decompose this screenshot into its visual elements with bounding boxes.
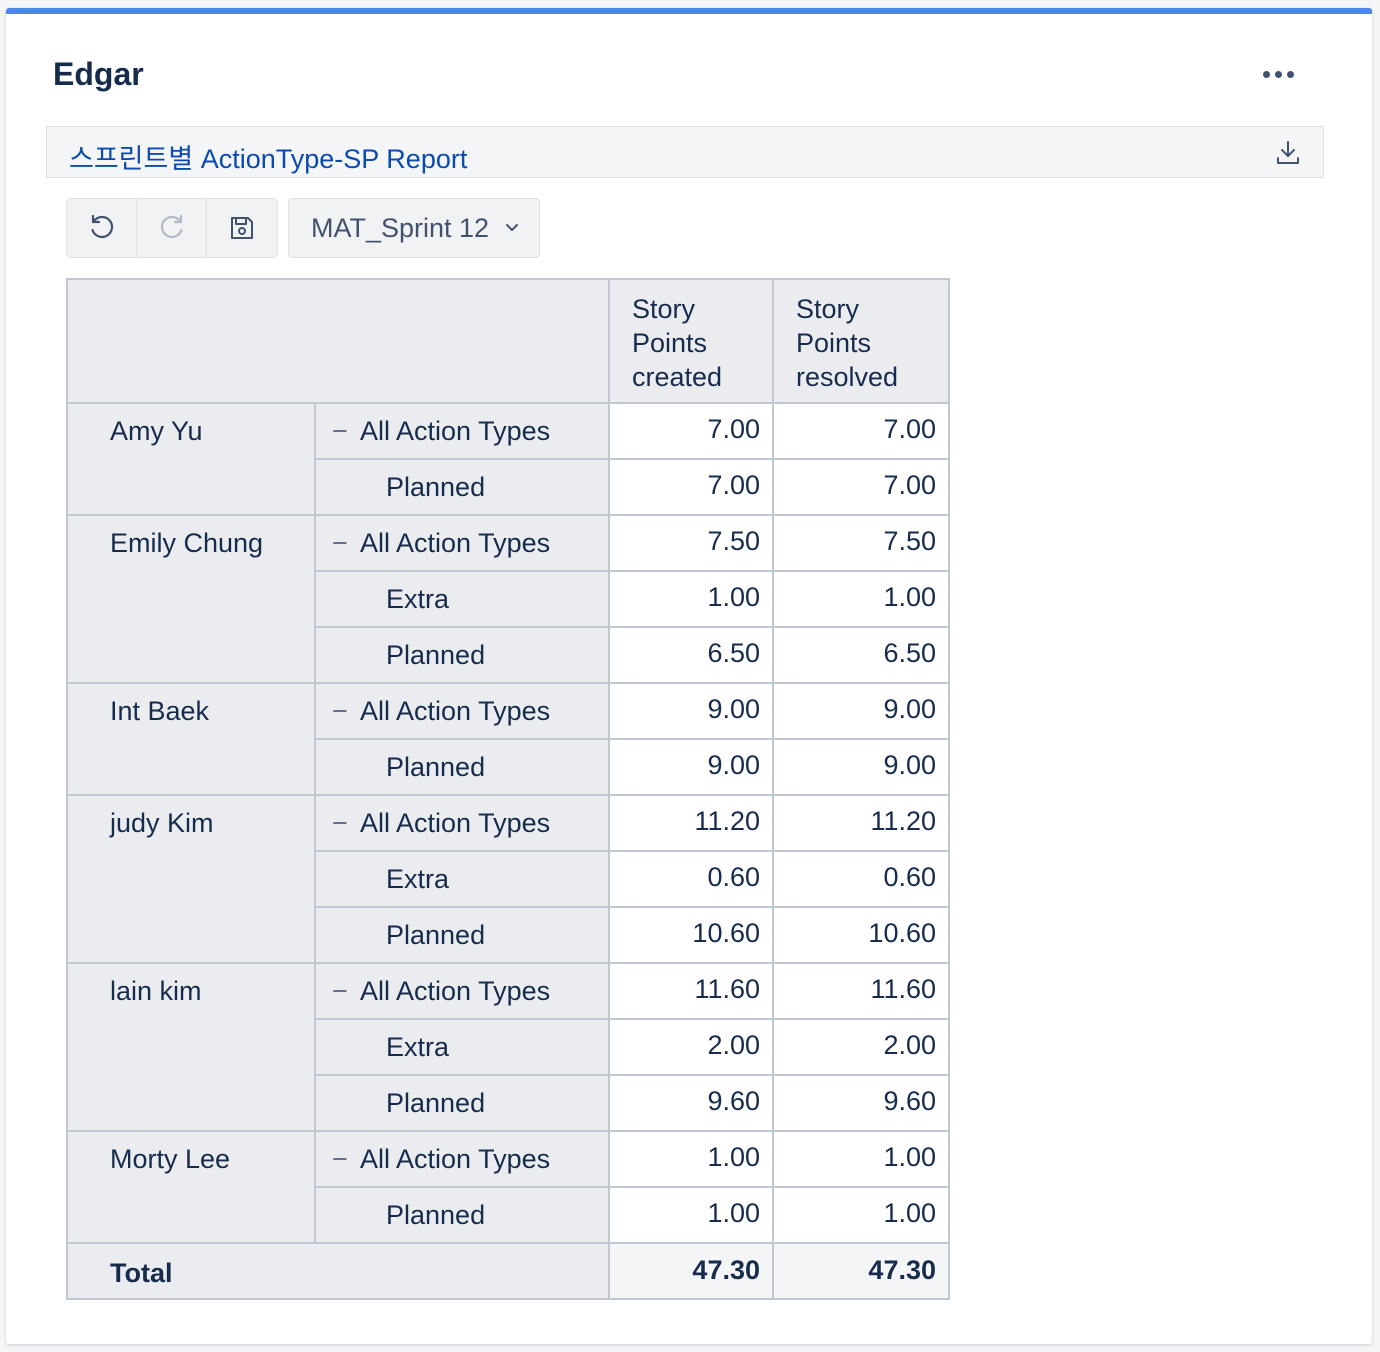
save-button[interactable] bbox=[207, 199, 277, 257]
cell-resolved: 9.00 bbox=[772, 682, 950, 740]
cell-resolved: 6.50 bbox=[772, 626, 950, 684]
redo-button[interactable] bbox=[137, 199, 207, 257]
table-row: Emily Chung − All Action Types 7.50 7.50 bbox=[66, 514, 950, 684]
total-created: 47.30 bbox=[608, 1242, 774, 1300]
row-header-action-type[interactable]: Planned bbox=[314, 906, 610, 964]
column-header-created[interactable]: Story Points created bbox=[608, 278, 774, 404]
cell-resolved: 7.50 bbox=[772, 514, 950, 572]
collapse-icon[interactable]: − bbox=[332, 808, 354, 839]
table-row: lain kim − All Action Types 11.60 11.60 bbox=[66, 962, 950, 1132]
cell-created: 1.00 bbox=[608, 570, 774, 628]
cell-resolved: 1.00 bbox=[772, 1130, 950, 1188]
chevron-down-icon bbox=[506, 224, 519, 231]
row-header-assignee[interactable]: judy Kim bbox=[66, 794, 316, 964]
row-header-action-type[interactable]: Extra bbox=[314, 570, 610, 628]
cell-created: 7.00 bbox=[608, 402, 774, 460]
gadget-card: Edgar 스프린트별 ActionType-SP Report MAT_Spr… bbox=[6, 8, 1372, 1344]
cell-resolved: 7.00 bbox=[772, 402, 950, 460]
row-header-assignee[interactable]: Emily Chung bbox=[66, 514, 316, 684]
cell-created: 7.00 bbox=[608, 458, 774, 516]
cell-resolved: 9.60 bbox=[772, 1074, 950, 1132]
more-options-icon[interactable] bbox=[1258, 62, 1298, 86]
cell-created: 6.50 bbox=[608, 626, 774, 684]
cell-resolved: 11.60 bbox=[772, 962, 950, 1020]
collapse-icon[interactable]: − bbox=[332, 528, 354, 559]
collapse-icon[interactable]: − bbox=[332, 696, 354, 727]
pivot-body: Amy Yu − All Action Types 7.00 7.00 Planned 7.… bbox=[66, 402, 950, 1300]
total-resolved: 47.30 bbox=[772, 1242, 950, 1300]
cell-created: 11.60 bbox=[608, 962, 774, 1020]
cell-resolved: 1.00 bbox=[772, 1186, 950, 1244]
collapse-icon[interactable]: − bbox=[332, 1144, 354, 1175]
total-label: Total bbox=[66, 1242, 610, 1300]
redo-icon bbox=[160, 214, 183, 239]
row-header-action-type[interactable]: − All Action Types bbox=[314, 1130, 610, 1188]
row-header-action-type[interactable]: − All Action Types bbox=[314, 402, 610, 460]
undo-button[interactable] bbox=[67, 199, 137, 257]
report-header: 스프린트별 ActionType-SP Report bbox=[46, 126, 1324, 178]
row-header-action-type[interactable]: Planned bbox=[314, 458, 610, 516]
cell-created: 9.00 bbox=[608, 738, 774, 796]
cell-created: 9.00 bbox=[608, 682, 774, 740]
table-row: Amy Yu − All Action Types 7.00 7.00 bbox=[66, 402, 950, 516]
row-header-action-type[interactable]: − All Action Types bbox=[314, 514, 610, 572]
undo-icon bbox=[90, 214, 113, 239]
row-header-action-type[interactable]: − All Action Types bbox=[314, 682, 610, 740]
cell-resolved: 7.00 bbox=[772, 458, 950, 516]
cell-created: 0.60 bbox=[608, 850, 774, 908]
row-header-action-type[interactable]: − All Action Types bbox=[314, 962, 610, 1020]
cell-resolved: 1.00 bbox=[772, 570, 950, 628]
row-header-action-type[interactable]: Extra bbox=[314, 850, 610, 908]
cell-created: 1.00 bbox=[608, 1186, 774, 1244]
cell-resolved: 10.60 bbox=[772, 906, 950, 964]
collapse-icon[interactable]: − bbox=[332, 976, 354, 1007]
table-header-row: Story Points created Story Points resolved bbox=[66, 278, 950, 404]
history-button-group bbox=[66, 198, 278, 258]
row-header-assignee[interactable]: Int Baek bbox=[66, 682, 316, 796]
sprint-select[interactable]: MAT_Sprint 12 bbox=[288, 198, 541, 258]
cell-resolved: 9.00 bbox=[772, 738, 950, 796]
cell-created: 11.20 bbox=[608, 794, 774, 852]
row-header-assignee[interactable]: Morty Lee bbox=[66, 1130, 316, 1244]
row-header-action-type[interactable]: − All Action Types bbox=[314, 794, 610, 852]
column-header-resolved[interactable]: Story Points resolved bbox=[772, 278, 950, 404]
cell-resolved: 0.60 bbox=[772, 850, 950, 908]
row-header-action-type[interactable]: Planned bbox=[314, 738, 610, 796]
table-row: judy Kim − All Action Types 11.20 11.20 bbox=[66, 794, 950, 964]
cell-created: 2.00 bbox=[608, 1018, 774, 1076]
pivot-table: Story Points created Story Points resolved A… bbox=[66, 278, 950, 1300]
row-header-action-type[interactable]: Planned bbox=[314, 626, 610, 684]
cell-created: 9.60 bbox=[608, 1074, 774, 1132]
row-header-action-type[interactable]: Extra bbox=[314, 1018, 610, 1076]
header-corner bbox=[66, 278, 610, 404]
gadget-title: Edgar bbox=[53, 56, 144, 92]
row-header-assignee[interactable]: lain kim bbox=[66, 962, 316, 1132]
report-toolbar: MAT_Sprint 12 bbox=[66, 198, 541, 258]
row-header-assignee[interactable]: Amy Yu bbox=[66, 402, 316, 516]
row-header-action-type[interactable]: Planned bbox=[314, 1074, 610, 1132]
save-icon bbox=[231, 217, 253, 239]
cell-created: 7.50 bbox=[608, 514, 774, 572]
sprint-select-value: MAT_Sprint 12 bbox=[311, 212, 490, 243]
table-row: Morty Lee − All Action Types 1.00 1.00 bbox=[66, 1130, 950, 1244]
cell-created: 10.60 bbox=[608, 906, 774, 964]
collapse-icon[interactable]: − bbox=[332, 416, 354, 447]
download-icon[interactable] bbox=[1275, 139, 1301, 167]
total-row: Total 47.30 47.30 bbox=[66, 1242, 950, 1300]
report-title-link[interactable]: 스프린트별 ActionType-SP Report bbox=[69, 137, 467, 176]
cell-resolved: 2.00 bbox=[772, 1018, 950, 1076]
cell-created: 1.00 bbox=[608, 1130, 774, 1188]
cell-resolved: 11.20 bbox=[772, 794, 950, 852]
row-header-action-type[interactable]: Planned bbox=[314, 1186, 610, 1244]
table-row: Int Baek − All Action Types 9.00 9.00 bbox=[66, 682, 950, 796]
